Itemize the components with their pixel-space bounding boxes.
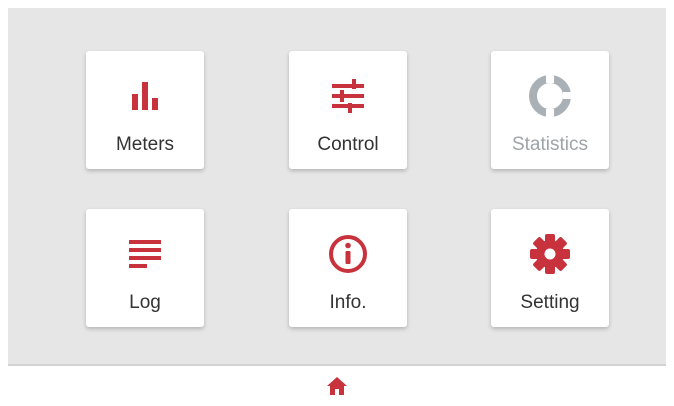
list-lines-icon bbox=[86, 229, 204, 279]
home-icon bbox=[327, 377, 347, 395]
meters-label: Meters bbox=[115, 134, 175, 155]
setting-tile[interactable]: Setting bbox=[491, 209, 609, 327]
bar-chart-icon bbox=[86, 71, 204, 121]
info-label: Info. bbox=[329, 292, 367, 313]
log-tile[interactable]: Log bbox=[86, 209, 204, 327]
control-tile[interactable]: Control bbox=[289, 51, 407, 169]
footer-divider bbox=[8, 364, 666, 366]
gear-icon bbox=[491, 229, 609, 279]
info-tile[interactable]: Info. bbox=[289, 209, 407, 327]
statistics-label: Statistics bbox=[511, 134, 589, 155]
donut-chart-icon bbox=[491, 71, 609, 121]
meters-tile[interactable]: Meters bbox=[86, 51, 204, 169]
setting-label: Setting bbox=[520, 292, 580, 313]
control-label: Control bbox=[317, 134, 379, 155]
statistics-tile[interactable]: Statistics bbox=[491, 51, 609, 169]
home-button[interactable] bbox=[325, 374, 349, 398]
log-label: Log bbox=[129, 292, 161, 313]
info-circle-icon bbox=[289, 229, 407, 279]
sliders-icon bbox=[289, 71, 407, 121]
